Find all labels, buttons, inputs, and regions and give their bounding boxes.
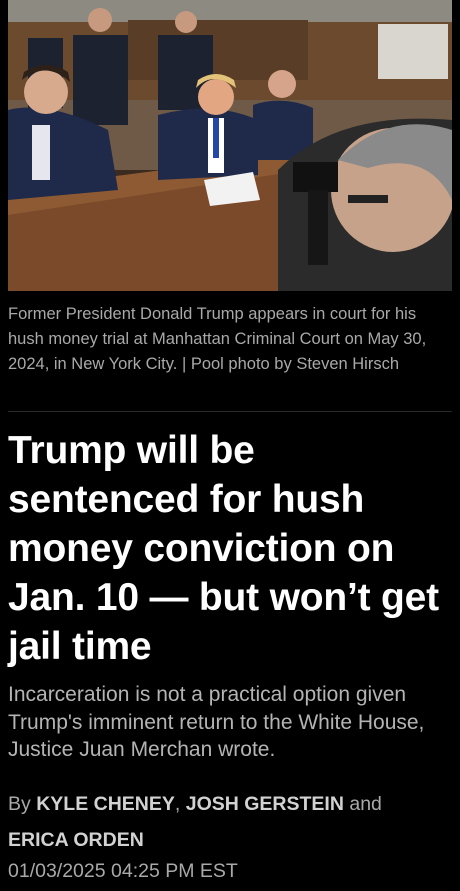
article-dek: Incarceration is not a practical option … bbox=[8, 683, 425, 761]
byline-conjunction: and bbox=[349, 793, 382, 815]
byline-prefix: By bbox=[8, 793, 31, 815]
author-link-josh-gerstein[interactable]: JOSH GERSTEIN bbox=[186, 793, 344, 815]
author-link-kyle-cheney[interactable]: KYLE CHENEY bbox=[36, 793, 175, 815]
byline: By KYLE CHENEY, JOSH GERSTEIN and ERICA O… bbox=[8, 786, 454, 858]
photo-caption: Former President Donald Trump appears in… bbox=[8, 305, 427, 373]
divider bbox=[8, 411, 452, 412]
byline-separator: , bbox=[174, 793, 181, 815]
article-photo[interactable] bbox=[8, 0, 452, 291]
author-link-erica-orden[interactable]: ERICA ORDEN bbox=[8, 829, 144, 851]
article-headline: Trump will be sentenced for hush money c… bbox=[8, 429, 439, 668]
article-timestamp: 01/03/2025 04:25 PM EST bbox=[8, 860, 238, 882]
